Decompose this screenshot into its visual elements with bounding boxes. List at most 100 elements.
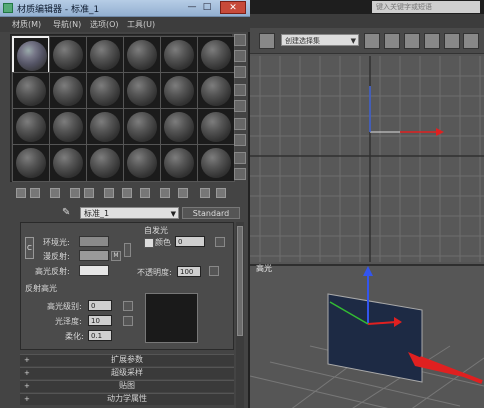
soften-spinner[interactable]: 0.1: [88, 330, 112, 341]
sample-slot[interactable]: [197, 36, 235, 74]
sample-slot[interactable]: [123, 144, 161, 182]
sample-slot[interactable]: [86, 108, 124, 146]
sample-slot[interactable]: [12, 36, 50, 74]
self-illum-spinner[interactable]: 0: [175, 236, 205, 247]
select-by-material-icon[interactable]: [234, 152, 246, 164]
selection-set-dropdown[interactable]: 创建选择集 ▼: [281, 34, 359, 46]
sample-slot[interactable]: [12, 144, 50, 182]
sample-slot[interactable]: [197, 72, 235, 110]
diffuse-map-button[interactable]: M: [111, 251, 121, 261]
get-material-icon[interactable]: [16, 188, 26, 198]
put-to-scene-icon[interactable]: [30, 188, 40, 198]
rollout-dynamics-properties[interactable]: + 动力学属性: [20, 393, 234, 405]
render-frame-icon[interactable]: [463, 33, 479, 49]
scrollbar-thumb[interactable]: [237, 226, 243, 336]
specular-level-spinner[interactable]: 0: [88, 300, 112, 311]
material-id-icon[interactable]: [140, 188, 150, 198]
material-editor-toolbar: [10, 186, 240, 202]
lock-ambient-diffuse-button[interactable]: C: [25, 237, 34, 259]
assign-material-icon[interactable]: [50, 188, 60, 198]
link-icon[interactable]: [259, 33, 275, 49]
chevron-down-icon: ▼: [170, 210, 176, 218]
opacity-spinner[interactable]: 100: [177, 266, 201, 277]
ambient-color-swatch[interactable]: [79, 236, 109, 247]
sphere-icon[interactable]: [234, 34, 246, 46]
sample-slot[interactable]: [197, 144, 235, 182]
sample-slot[interactable]: [12, 108, 50, 146]
menu-options[interactable]: 选项(O): [90, 19, 119, 30]
rollout-label: 动力学属性: [107, 394, 147, 403]
lock-diffuse-specular-button[interactable]: [124, 243, 131, 257]
rollout-extended-parameters[interactable]: + 扩展参数: [20, 354, 234, 366]
show-end-icon[interactable]: [178, 188, 188, 198]
close-button[interactable]: ✕: [220, 1, 246, 14]
material-sphere-preview: [201, 76, 231, 106]
unlink-icon[interactable]: [364, 33, 380, 49]
minimize-button[interactable]: —: [186, 2, 198, 13]
sample-slot[interactable]: [12, 72, 50, 110]
material-sphere-preview: [164, 112, 194, 142]
opacity-map-button[interactable]: [209, 266, 219, 276]
sample-slot[interactable]: [160, 108, 198, 146]
maximize-button[interactable]: □: [201, 2, 213, 13]
viewport-perspective[interactable]: [250, 264, 484, 408]
sample-slot[interactable]: [123, 36, 161, 74]
glossiness-map-button[interactable]: [123, 316, 133, 326]
pick-material-icon[interactable]: ✎: [62, 208, 72, 218]
make-unique-icon[interactable]: [104, 188, 114, 198]
copy-material-icon[interactable]: [84, 188, 94, 198]
material-sphere-preview: [16, 112, 46, 142]
layer-icon[interactable]: [424, 33, 440, 49]
sample-slot[interactable]: [160, 36, 198, 74]
material-name-value: 标准_1: [84, 209, 110, 218]
sample-slot[interactable]: [86, 36, 124, 74]
specular-color-swatch[interactable]: [79, 265, 109, 276]
put-to-library-icon[interactable]: [122, 188, 132, 198]
material-sphere-preview: [164, 148, 194, 178]
backlight-icon[interactable]: [234, 50, 246, 62]
specular-level-map-button[interactable]: [123, 301, 133, 311]
material-type-button[interactable]: Standard: [182, 207, 240, 219]
options-icon[interactable]: [234, 134, 246, 146]
sample-slot[interactable]: [86, 72, 124, 110]
search-input[interactable]: 键入关键字或短语: [372, 1, 480, 13]
diffuse-color-swatch[interactable]: [79, 250, 109, 261]
preview-icon[interactable]: [234, 118, 246, 130]
material-name-field[interactable]: 标准_1 ▼: [80, 207, 179, 219]
menu-navigation[interactable]: 导航(N): [53, 19, 81, 30]
navigator-icon[interactable]: [234, 168, 246, 180]
viewport-label[interactable]: 高光: [256, 263, 272, 274]
show-map-icon[interactable]: [160, 188, 170, 198]
material-sphere-preview: [53, 40, 83, 70]
reset-icon[interactable]: [70, 188, 80, 198]
background-icon[interactable]: [234, 66, 246, 78]
viewport-top[interactable]: [250, 56, 484, 262]
sample-slot[interactable]: [123, 108, 161, 146]
glossiness-spinner[interactable]: 10: [88, 315, 112, 326]
sample-slot[interactable]: [160, 144, 198, 182]
sample-slot[interactable]: [49, 108, 87, 146]
mirror-icon[interactable]: [384, 33, 400, 49]
rollout-supersampling[interactable]: + 超级采样: [20, 367, 234, 379]
align-icon[interactable]: [404, 33, 420, 49]
go-sibling-icon[interactable]: [216, 188, 226, 198]
sample-slot[interactable]: [49, 72, 87, 110]
sample-slot[interactable]: [160, 72, 198, 110]
sample-slot[interactable]: [86, 144, 124, 182]
specular-highlights-group-label: 反射高光: [25, 284, 57, 293]
go-parent-icon[interactable]: [200, 188, 210, 198]
sample-slot[interactable]: [49, 144, 87, 182]
self-illum-map-button[interactable]: [215, 237, 225, 247]
uv-tiling-icon[interactable]: [234, 84, 246, 96]
app-icon: [3, 3, 13, 13]
sample-slot[interactable]: [197, 108, 235, 146]
material-sphere-preview: [201, 112, 231, 142]
menu-material[interactable]: 材质(M): [12, 19, 41, 30]
rollout-maps[interactable]: + 贴图: [20, 380, 234, 392]
self-illum-color-checkbox[interactable]: [144, 238, 154, 248]
video-check-icon[interactable]: [234, 100, 246, 112]
menu-utilities[interactable]: 工具(U): [127, 19, 155, 30]
render-setup-icon[interactable]: [444, 33, 460, 49]
sample-slot[interactable]: [49, 36, 87, 74]
sample-slot[interactable]: [123, 72, 161, 110]
